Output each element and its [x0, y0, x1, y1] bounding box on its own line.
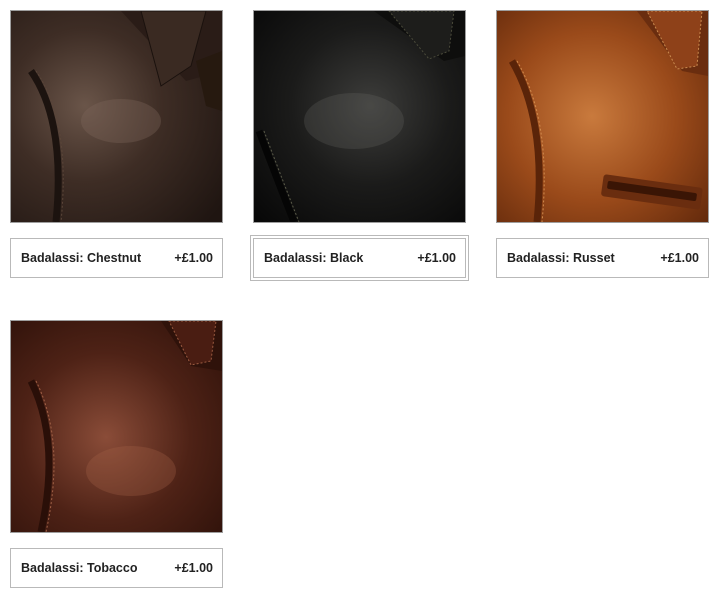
leather-swatch-image-tobacco[interactable]	[10, 320, 223, 533]
option-label-row[interactable]: Badalassi: Chestnut +£1.00	[10, 238, 223, 278]
chestnut-leather-image	[11, 11, 222, 222]
leather-swatch-image-chestnut[interactable]	[10, 10, 223, 223]
option-name: Badalassi: Tobacco	[21, 561, 138, 575]
option-label-row[interactable]: Badalassi: Russet +£1.00	[496, 238, 709, 278]
option-price: +£1.00	[417, 251, 456, 265]
tobacco-leather-image	[11, 321, 222, 532]
option-name: Badalassi: Black	[264, 251, 364, 265]
leather-swatch-image-black[interactable]	[253, 10, 466, 223]
black-leather-image	[254, 11, 465, 222]
option-card-russet[interactable]: Badalassi: Russet +£1.00	[496, 10, 709, 278]
option-price: +£1.00	[174, 251, 213, 265]
russet-leather-image	[497, 11, 708, 222]
option-price: +£1.00	[660, 251, 699, 265]
option-label-row[interactable]: Badalassi: Black +£1.00	[250, 235, 469, 281]
option-name: Badalassi: Russet	[507, 251, 615, 265]
option-name: Badalassi: Chestnut	[21, 251, 142, 265]
option-card-tobacco[interactable]: Badalassi: Tobacco +£1.00	[10, 320, 223, 588]
option-card-black[interactable]: Badalassi: Black +£1.00	[250, 10, 469, 281]
option-label-row[interactable]: Badalassi: Tobacco +£1.00	[10, 548, 223, 588]
leather-swatch-image-russet[interactable]	[496, 10, 709, 223]
option-price: +£1.00	[174, 561, 213, 575]
option-card-chestnut[interactable]: Badalassi: Chestnut +£1.00	[10, 10, 223, 278]
